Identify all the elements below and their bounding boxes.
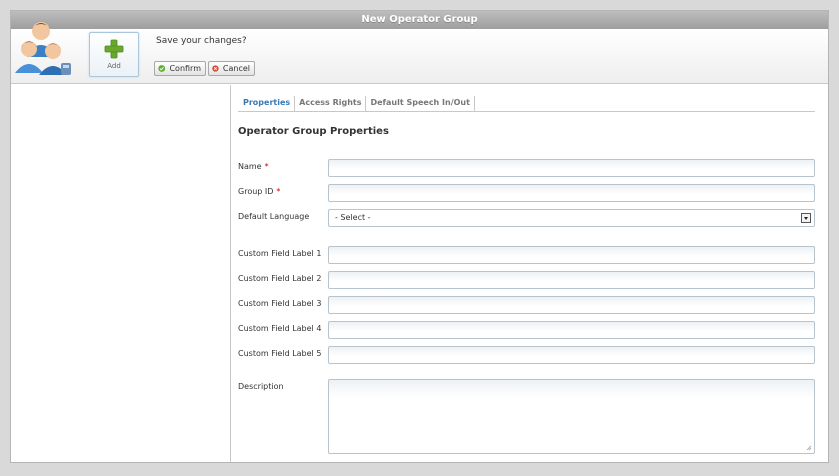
tab-bar: Properties Access Rights Default Speech … bbox=[238, 93, 815, 112]
save-prompt: Save your changes? bbox=[156, 36, 247, 46]
custom-field-2-input[interactable] bbox=[328, 271, 815, 289]
custom-field-2-label: Custom Field Label 2 bbox=[238, 274, 322, 283]
add-button[interactable]: Add bbox=[89, 32, 139, 77]
tab-default-speech[interactable]: Default Speech In/Out bbox=[366, 96, 475, 111]
custom-field-5-label: Custom Field Label 5 bbox=[238, 349, 322, 358]
x-circle-icon bbox=[212, 65, 219, 72]
custom-field-3-input[interactable] bbox=[328, 296, 815, 314]
name-label-text: Name bbox=[238, 162, 262, 171]
name-label: Name * bbox=[238, 162, 269, 171]
custom-field-5-row: Custom Field Label 5 bbox=[238, 346, 815, 364]
operator-group-icon bbox=[15, 22, 71, 75]
group-id-label-text: Group ID bbox=[238, 187, 274, 196]
description-row: Description bbox=[238, 379, 815, 454]
confirm-button[interactable]: Confirm bbox=[154, 61, 206, 76]
custom-field-2-row: Custom Field Label 2 bbox=[238, 271, 815, 289]
properties-panel: Properties Access Rights Default Speech … bbox=[238, 93, 815, 454]
section-title: Operator Group Properties bbox=[238, 126, 389, 137]
default-language-label: Default Language bbox=[238, 212, 310, 221]
custom-field-1-label: Custom Field Label 1 bbox=[238, 249, 322, 258]
required-mark: * bbox=[264, 162, 269, 171]
description-textarea[interactable] bbox=[328, 379, 815, 454]
custom-field-4-input[interactable] bbox=[328, 321, 815, 339]
tab-properties[interactable]: Properties bbox=[239, 96, 296, 111]
resize-grip-icon[interactable] bbox=[806, 445, 812, 451]
group-id-label: Group ID * bbox=[238, 187, 280, 196]
required-mark: * bbox=[276, 187, 281, 196]
cancel-button[interactable]: Cancel bbox=[208, 61, 255, 76]
default-language-value: - Select - bbox=[335, 213, 371, 222]
navigation-pane bbox=[11, 85, 231, 462]
dialog-window: New Operator Group Add Save your changes… bbox=[10, 10, 829, 463]
check-circle-icon bbox=[158, 65, 166, 72]
default-language-select[interactable]: - Select - bbox=[328, 209, 815, 227]
default-language-row: Default Language - Select - bbox=[238, 209, 815, 227]
plus-icon bbox=[104, 39, 124, 59]
toolbar: Add Save your changes? Confirm Cancel bbox=[11, 22, 828, 84]
name-row: Name * bbox=[238, 159, 815, 177]
custom-field-3-row: Custom Field Label 3 bbox=[238, 296, 815, 314]
custom-field-4-label: Custom Field Label 4 bbox=[238, 324, 322, 333]
custom-field-1-row: Custom Field Label 1 bbox=[238, 246, 815, 264]
group-id-field[interactable] bbox=[328, 184, 815, 202]
tab-access-rights[interactable]: Access Rights bbox=[295, 96, 367, 111]
custom-field-4-row: Custom Field Label 4 bbox=[238, 321, 815, 339]
confirm-label: Confirm bbox=[169, 64, 201, 73]
custom-field-1-input[interactable] bbox=[328, 246, 815, 264]
custom-field-5-input[interactable] bbox=[328, 346, 815, 364]
description-label: Description bbox=[238, 382, 284, 391]
group-id-row: Group ID * bbox=[238, 184, 815, 202]
custom-field-3-label: Custom Field Label 3 bbox=[238, 299, 322, 308]
chevron-down-icon[interactable] bbox=[801, 213, 811, 223]
name-field[interactable] bbox=[328, 159, 815, 177]
add-button-label: Add bbox=[107, 62, 121, 70]
window-title: New Operator Group bbox=[11, 11, 828, 29]
cancel-label: Cancel bbox=[222, 64, 250, 73]
